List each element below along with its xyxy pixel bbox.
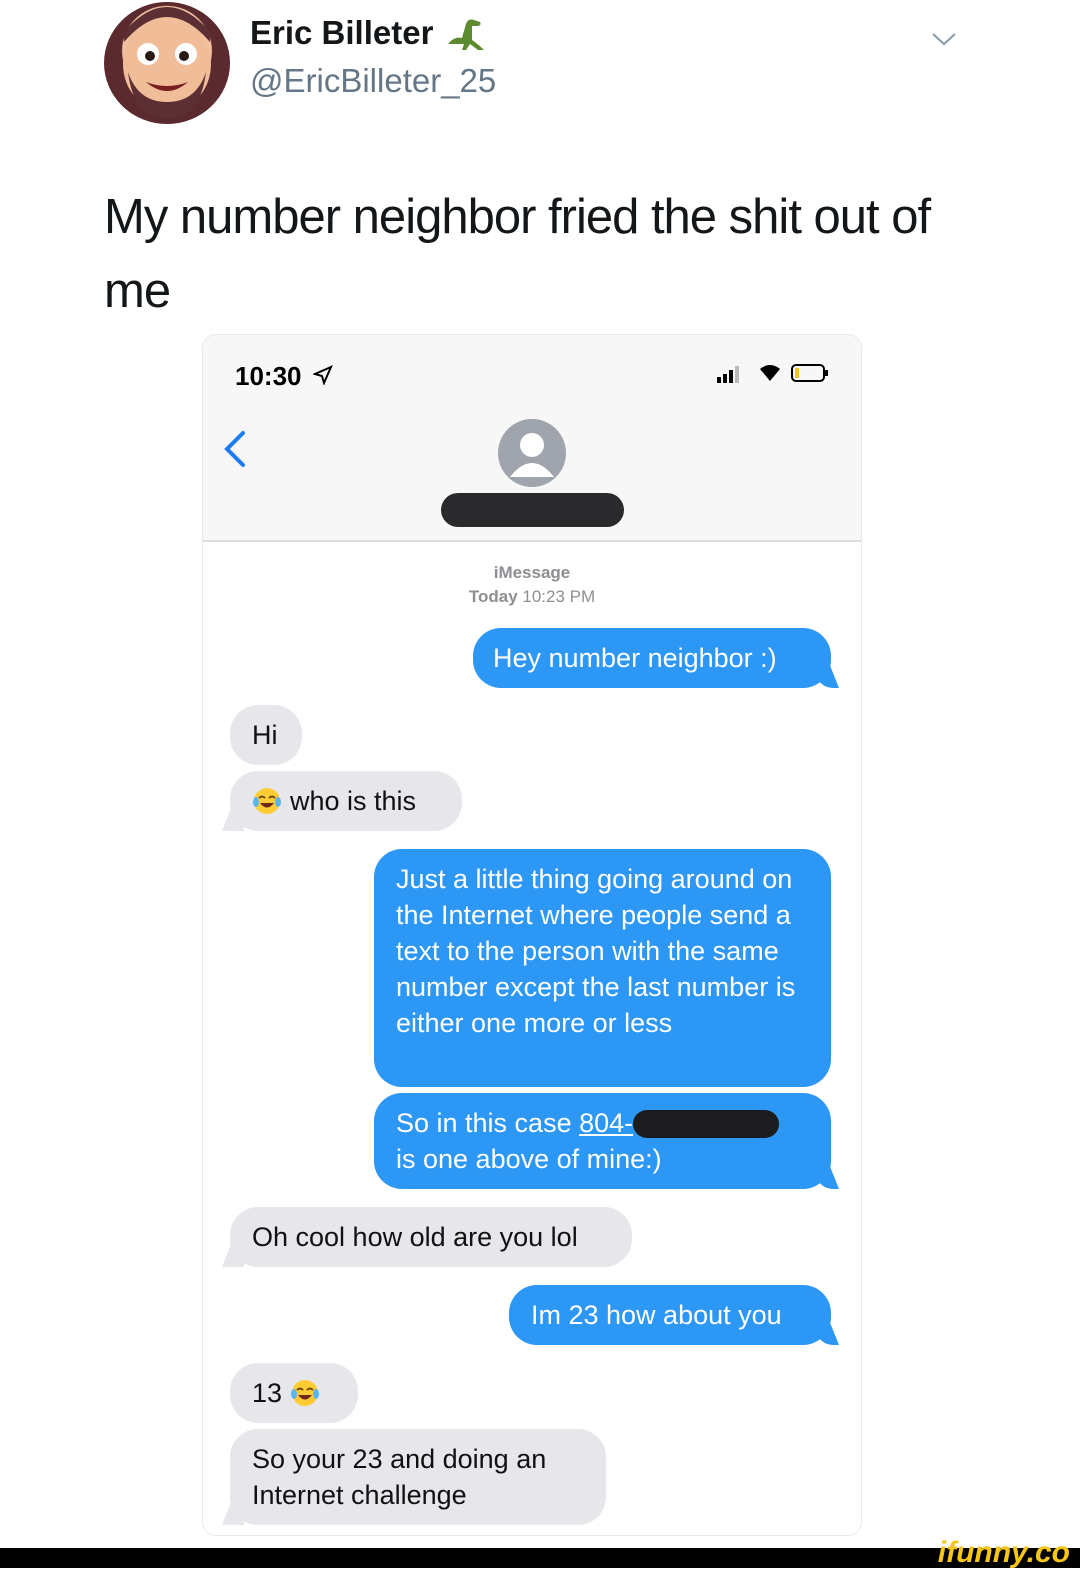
- ifunny-watermark: ifunny.co: [937, 1536, 1070, 1569]
- message-bubble-incoming[interactable]: who is this: [230, 771, 462, 831]
- message-bubble-incoming[interactable]: So your 23 and doing an Internet challen…: [230, 1429, 606, 1525]
- message-bubble-outgoing[interactable]: Just a little thing going around on the …: [374, 849, 831, 1087]
- chevron-down-icon[interactable]: [930, 30, 958, 48]
- footer-bar: [0, 1548, 1080, 1568]
- location-arrow-icon: [313, 365, 333, 385]
- message-text: Im 23 how about you: [531, 1300, 782, 1330]
- dinosaur-icon: [448, 19, 484, 50]
- time-label: 10:23 PM: [522, 587, 596, 606]
- message-text: who is this: [290, 786, 417, 816]
- message-text: is one above of mine:): [396, 1144, 662, 1174]
- imessage-screenshot: 10:30 iMessage Today 10:23 PM Hey number…: [202, 334, 862, 1536]
- message-text: 13: [252, 1378, 283, 1408]
- message-bubble-outgoing[interactable]: Hey number neighbor :): [473, 628, 831, 688]
- service-label: iMessage: [493, 563, 571, 582]
- timestamp: Today 10:23 PM: [203, 587, 861, 607]
- message-bubble-incoming[interactable]: 13: [230, 1363, 358, 1423]
- status-time: 10:30: [235, 361, 302, 391]
- signal-icon: [717, 366, 739, 383]
- redacted-contact-name: [441, 493, 624, 527]
- date-label: Today: [468, 587, 518, 606]
- message-text: Hi: [252, 720, 278, 750]
- message-text: Oh cool how old are you lol: [252, 1222, 578, 1252]
- tears-of-joy-icon: [253, 788, 281, 814]
- author-avatar[interactable]: [104, 2, 230, 124]
- tweet-text: My number neighbor fried the shit out of…: [104, 190, 931, 318]
- battery-icon: [791, 364, 828, 382]
- message-text: Hey number neighbor :): [493, 643, 777, 673]
- message-text: So your 23 and doing an Internet challen…: [252, 1444, 547, 1510]
- author-handle[interactable]: @EricBilleter_25: [250, 62, 496, 100]
- message-bubble-outgoing[interactable]: Im 23 how about you: [509, 1285, 831, 1345]
- back-chevron-icon[interactable]: [221, 429, 249, 469]
- contact-avatar-icon[interactable]: [496, 417, 568, 489]
- phone-number-link[interactable]: 804-: [579, 1108, 633, 1138]
- message-bubble-incoming[interactable]: Oh cool how old are you lol: [230, 1207, 632, 1267]
- tears-of-joy-icon: [291, 1380, 320, 1406]
- message-text: Just a little thing going around on the …: [396, 864, 796, 1038]
- wifi-icon: [760, 365, 780, 381]
- message-bubble-outgoing[interactable]: So in this case 804- is one above of min…: [374, 1093, 831, 1189]
- message-bubble-incoming[interactable]: Hi: [230, 705, 302, 765]
- redacted-phone-number: [633, 1110, 780, 1138]
- message-text: So in this case: [396, 1108, 580, 1138]
- conversation-header: 10:30: [203, 335, 861, 542]
- author-name[interactable]: Eric Billeter: [250, 14, 433, 52]
